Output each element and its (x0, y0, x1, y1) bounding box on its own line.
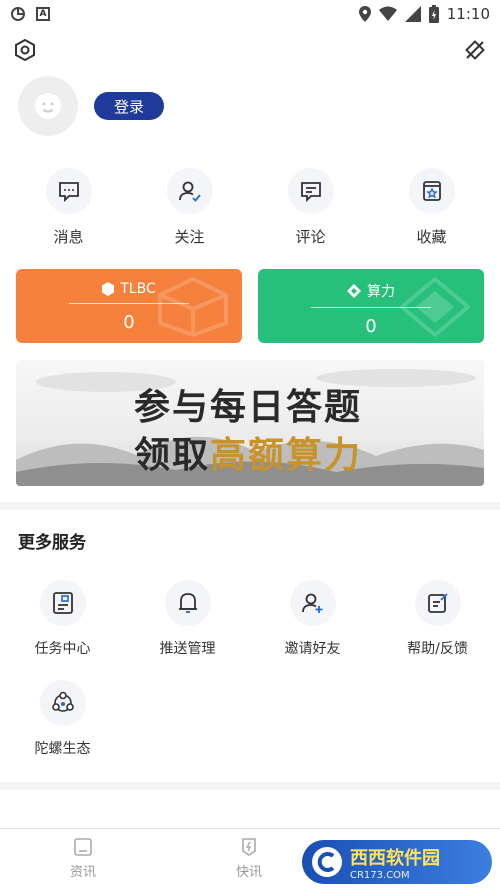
power-title: 算力 (367, 284, 395, 300)
power-diamond-icon (347, 284, 361, 298)
balance-cards: TLBC 0 算力 0 (16, 269, 484, 343)
more-services-grid: 任务中心 推送管理 邀请好友 帮助/反馈 陀螺生态 (0, 580, 500, 780)
service-label: 陀螺生态 (34, 741, 91, 757)
flash-icon (242, 838, 256, 856)
bell-icon (178, 593, 197, 613)
quick-action-label: 消息 (53, 228, 84, 246)
quick-action-favorites[interactable]: 收藏 (377, 168, 487, 247)
status-bar: A 11:10 (0, 0, 500, 28)
tlbc-title: TLBC (120, 281, 156, 297)
sync-status-icon (11, 7, 25, 21)
watermark-domain: CR173.COM (350, 869, 410, 881)
signal-icon (404, 6, 421, 22)
tlbc-card[interactable]: TLBC 0 (16, 269, 242, 343)
comment-icon (300, 182, 321, 203)
tlbc-coin-icon (102, 282, 115, 296)
diamond-decoration-icon (400, 277, 470, 337)
daily-quiz-banner[interactable]: 参与每日答题 领取高额算力 (16, 360, 484, 486)
message-icon (58, 182, 79, 203)
ecosystem-icon (51, 691, 74, 712)
quick-action-label: 关注 (174, 228, 205, 246)
power-value: 0 (365, 316, 377, 337)
avatar[interactable] (18, 76, 78, 136)
more-services-title: 更多服务 (18, 533, 86, 553)
login-button[interactable]: 登录 (94, 92, 165, 120)
wifi-icon (378, 6, 397, 21)
default-avatar-icon (35, 93, 61, 119)
service-label: 任务中心 (34, 641, 91, 657)
app-notification-icon: A (36, 7, 50, 21)
favorite-icon (422, 181, 441, 201)
service-gyro-ecosystem[interactable]: 陀螺生态 (0, 680, 125, 758)
section-divider (0, 782, 500, 790)
service-help-feedback[interactable]: 帮助/反馈 (375, 580, 500, 658)
quick-action-label: 收藏 (416, 228, 447, 246)
computing-power-card[interactable]: 算力 0 (258, 269, 484, 343)
service-label: 推送管理 (159, 641, 216, 657)
banner-line2: 领取高额算力 (134, 426, 362, 478)
task-icon (52, 592, 73, 614)
quick-action-follow[interactable]: 关注 (135, 168, 245, 247)
quick-action-messages[interactable]: 消息 (14, 168, 124, 247)
banner-line2-plain: 领取 (134, 434, 211, 476)
location-icon (358, 6, 371, 22)
battery-icon (428, 5, 439, 23)
quick-action-label: 评论 (295, 228, 326, 246)
service-task-center[interactable]: 任务中心 (0, 580, 125, 658)
tab-news[interactable]: 资讯 (0, 829, 166, 888)
site-watermark: 西西软件园 CR173.COM (302, 840, 492, 884)
tlbc-value: 0 (123, 312, 135, 333)
banner-line1: 参与每日答题 (134, 386, 363, 428)
tab-label: 快讯 (235, 865, 262, 880)
service-label: 邀请好友 (284, 641, 341, 657)
top-bar (14, 36, 486, 64)
banner-line2-highlight: 高额算力 (210, 434, 363, 476)
service-push-management[interactable]: 推送管理 (125, 580, 250, 658)
watermark-logo-icon (312, 847, 342, 877)
clock-time: 11:10 (446, 5, 490, 23)
settings-icon[interactable] (14, 39, 36, 61)
skin-theme-icon[interactable] (464, 39, 486, 61)
follow-icon (178, 181, 201, 202)
tab-label: 资讯 (69, 865, 96, 880)
service-label: 帮助/反馈 (407, 641, 468, 657)
quick-actions: 消息 关注 评论 收藏 (0, 168, 500, 247)
quick-action-comments[interactable]: 评论 (256, 168, 366, 247)
watermark-brand: 西西软件园 (350, 847, 440, 869)
section-divider (0, 502, 500, 510)
invite-icon (301, 593, 322, 613)
feedback-icon (427, 593, 448, 613)
profile-section: 登录 (18, 76, 165, 136)
cube-decoration-icon (158, 277, 228, 337)
news-icon (74, 838, 92, 856)
service-invite-friends[interactable]: 邀请好友 (250, 580, 375, 658)
